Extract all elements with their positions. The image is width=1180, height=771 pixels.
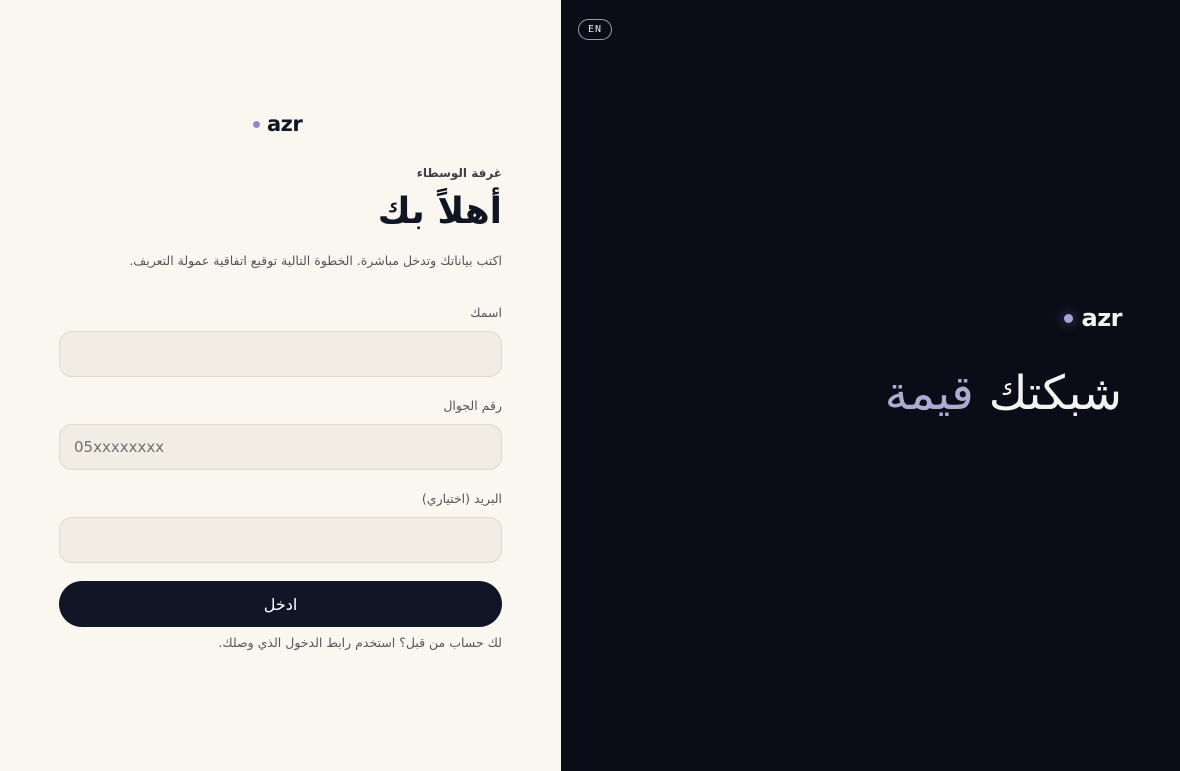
phone-field[interactable] [59,424,502,470]
email-field-label: البريد (اختياري) [421,491,502,506]
signup-panel: azr غرفة الوسطاء أهلاً بك اكتب بياناتك و… [0,0,561,771]
email-field[interactable] [59,517,502,563]
dot-icon [253,121,260,128]
phone-field-label: رقم الجوال [443,398,502,413]
hero-headline-accent: قيمة [884,366,974,421]
name-field[interactable] [59,331,502,377]
login-hint: لك حساب من قبل؟ استخدم رابط الدخول الذي … [218,635,502,650]
page-subtitle: اكتب بياناتك وتدخل مباشرة. الخطوة التالي… [129,253,502,268]
submit-button[interactable]: ادخل [59,581,502,627]
dot-icon [1063,313,1073,323]
name-field-label: اسمك [470,305,502,320]
hero-headline-main: شبكتك [988,366,1122,421]
hero-logo: azr [1063,304,1123,332]
section-eyebrow: غرفة الوسطاء [416,166,502,180]
hero-headline: شبكتك قيمة [885,362,1122,426]
logo-text: azr [1081,304,1123,332]
logo-text: azr [267,112,303,136]
hero-panel: EN azr شبكتك قيمة [561,0,1180,771]
brand-logo: azr [253,112,303,136]
page-title: أهلاً بك [377,191,502,232]
language-toggle-button[interactable]: EN [578,19,612,40]
